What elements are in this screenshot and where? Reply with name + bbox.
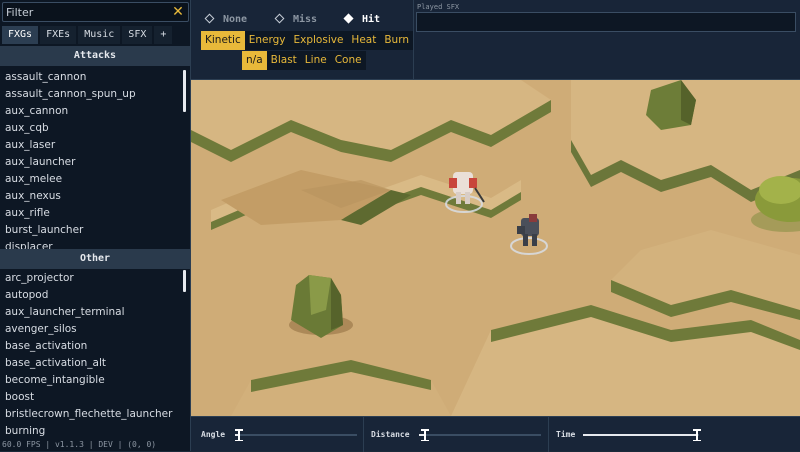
chip-kinetic[interactable]: Kinetic — [201, 31, 245, 50]
tab-music[interactable]: Music — [78, 26, 121, 44]
tab-add[interactable]: + — [154, 26, 173, 44]
chip-blast[interactable]: Blast — [266, 51, 301, 70]
distance-label: Distance — [371, 430, 410, 439]
list-item[interactable]: burning — [0, 423, 190, 440]
diamond-icon — [274, 13, 285, 24]
playback-controls: Angle Distance Time — [191, 416, 800, 452]
outcome-option-none[interactable]: None — [204, 12, 248, 28]
game-viewport[interactable] — [191, 80, 800, 416]
list-item[interactable]: aux_laser — [0, 137, 190, 154]
divider — [548, 417, 549, 452]
list-item[interactable]: assault_cannon_spun_up — [0, 86, 190, 103]
other-list[interactable]: arc_projector autopod aux_launcher_termina… — [0, 270, 190, 440]
list-item[interactable]: burst_launcher — [0, 222, 190, 239]
status-readout: 60.0 FPS | v1.1.3 | DEV | (0, 0) — [2, 440, 157, 449]
angle-handle[interactable] — [234, 429, 243, 441]
chip-explosive[interactable]: Explosive — [289, 31, 348, 50]
distance-handle[interactable] — [421, 429, 430, 441]
diamond-icon — [204, 13, 215, 24]
tab-fxgs[interactable]: FXGs — [2, 26, 39, 44]
filter-input[interactable] — [6, 4, 166, 20]
list-item[interactable]: boost — [0, 389, 190, 406]
chip-na[interactable]: n/a — [242, 51, 267, 70]
outcome-option-miss[interactable]: Miss — [274, 12, 318, 28]
list-item[interactable]: bristlecrown_flechette_launcher — [0, 406, 190, 423]
angle-slider[interactable] — [234, 429, 357, 441]
divider — [413, 0, 414, 80]
outcome-option-hit[interactable]: Hit — [343, 12, 381, 28]
attacks-list[interactable]: assault_cannon assault_cannon_spun_up aux_… — [0, 69, 190, 249]
time-label: Time — [556, 430, 576, 439]
list-item[interactable]: base_activation_alt — [0, 355, 190, 372]
tab-sfx[interactable]: SFX — [122, 26, 153, 44]
chip-cone[interactable]: Cone — [330, 51, 366, 70]
attacks-scrollbar[interactable] — [183, 70, 186, 112]
area-type-chips: n/a Blast Line Cone — [242, 51, 366, 70]
chip-heat[interactable]: Heat — [347, 31, 381, 50]
list-item[interactable]: aux_nexus — [0, 188, 190, 205]
attacks-header: Attacks — [0, 46, 190, 66]
divider — [363, 417, 364, 452]
chip-energy[interactable]: Energy — [244, 31, 290, 50]
played-sfx-label: Played SFX — [417, 3, 460, 11]
outcome-option-label: Hit — [362, 14, 381, 25]
time-slider[interactable] — [583, 429, 701, 441]
list-item[interactable]: arc_projector — [0, 270, 190, 287]
list-item[interactable]: avenger_silos — [0, 321, 190, 338]
tab-fxes[interactable]: FXEs — [40, 26, 77, 44]
played-sfx-field — [416, 12, 796, 32]
effect-options-panel: None Miss Hit Kinetic Energy Explosive Heat Bu… — [191, 0, 800, 80]
fx-browser-panel: ✕ FXGsFXEsMusicSFX+ Attacks assault_cann… — [0, 0, 191, 451]
angle-label: Angle — [201, 430, 226, 439]
list-item[interactable]: aux_rifle — [0, 205, 190, 222]
list-item[interactable]: aux_melee — [0, 171, 190, 188]
time-handle[interactable] — [692, 429, 701, 441]
outcome-option-label: None — [223, 14, 248, 25]
filter-field: ✕ — [2, 2, 189, 22]
list-item[interactable]: autopod — [0, 287, 190, 304]
list-item[interactable]: aux_cannon — [0, 103, 190, 120]
chip-burn[interactable]: Burn — [380, 31, 413, 50]
list-item[interactable]: base_activation — [0, 338, 190, 355]
other-header: Other — [0, 249, 190, 269]
diamond-icon — [343, 13, 354, 24]
outcome-option-label: Miss — [293, 14, 318, 25]
list-item[interactable]: displacer — [0, 239, 190, 249]
chip-line[interactable]: Line — [300, 51, 331, 70]
list-item[interactable]: become_intangible — [0, 372, 190, 389]
distance-slider[interactable] — [419, 429, 541, 441]
close-icon[interactable]: ✕ — [170, 4, 186, 20]
list-item[interactable]: assault_cannon — [0, 69, 190, 86]
list-item[interactable]: aux_launcher — [0, 154, 190, 171]
time-fill — [583, 434, 697, 436]
category-tabs: FXGs FXEs Music SFX + — [2, 26, 189, 44]
list-item[interactable]: aux_launcher_terminal — [0, 304, 190, 321]
list-item[interactable]: aux_cqb — [0, 120, 190, 137]
terrain-scene — [191, 80, 800, 416]
damage-type-chips: Kinetic Energy Explosive Heat Burn — [201, 31, 413, 50]
other-scrollbar[interactable] — [183, 270, 186, 292]
